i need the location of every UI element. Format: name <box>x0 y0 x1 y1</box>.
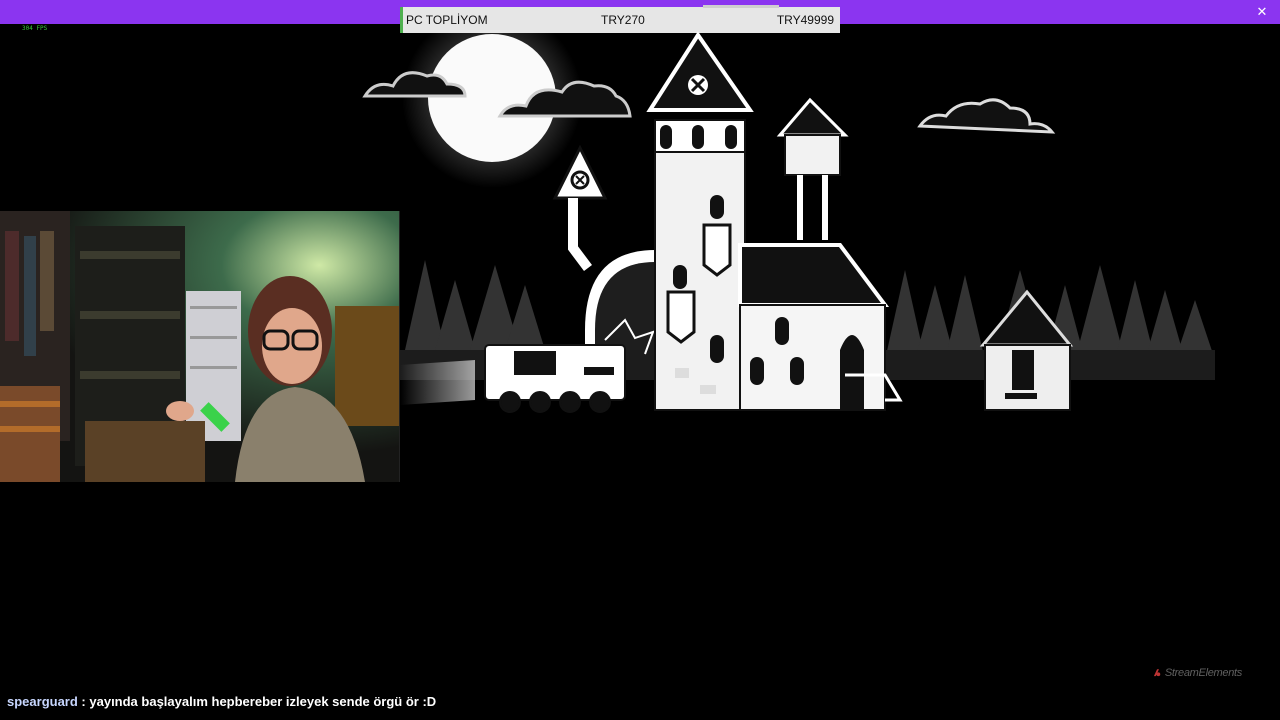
goal-current-amount: TRY270 <box>601 13 645 27</box>
game-scene <box>362 30 1215 413</box>
goal-title: PC TOPLİYOM <box>406 13 488 27</box>
goal-target-amount: TRY49999 <box>776 13 834 27</box>
headlight-beam <box>400 360 475 405</box>
brand-watermark: StreamElements <box>1152 664 1242 682</box>
striped-blanket <box>0 386 60 482</box>
chat-separator: : <box>77 694 90 709</box>
chat-username[interactable]: spearguard <box>7 694 78 709</box>
right-hall <box>738 243 903 411</box>
small-hut <box>979 289 1074 411</box>
webcam-overlay <box>0 211 400 482</box>
cloud-right <box>917 98 1056 134</box>
small-tower <box>552 144 608 271</box>
close-icon[interactable]: ✕ <box>1252 2 1272 22</box>
brand-logo-icon <box>1153 669 1161 677</box>
leopard-pillow <box>335 306 399 426</box>
lookout-tower <box>776 97 849 240</box>
main-tower <box>646 31 754 411</box>
person-face <box>262 308 322 384</box>
chat-message: spearguard : yayında başlayalım hepbereb… <box>7 694 436 709</box>
goal-progress-indicator <box>703 5 779 8</box>
chat-message-text: yayında başlayalım hepbereber izleyek se… <box>89 694 437 709</box>
brand-text: StreamElements <box>1164 667 1242 679</box>
fps-counter: 304 FPS <box>22 25 48 32</box>
